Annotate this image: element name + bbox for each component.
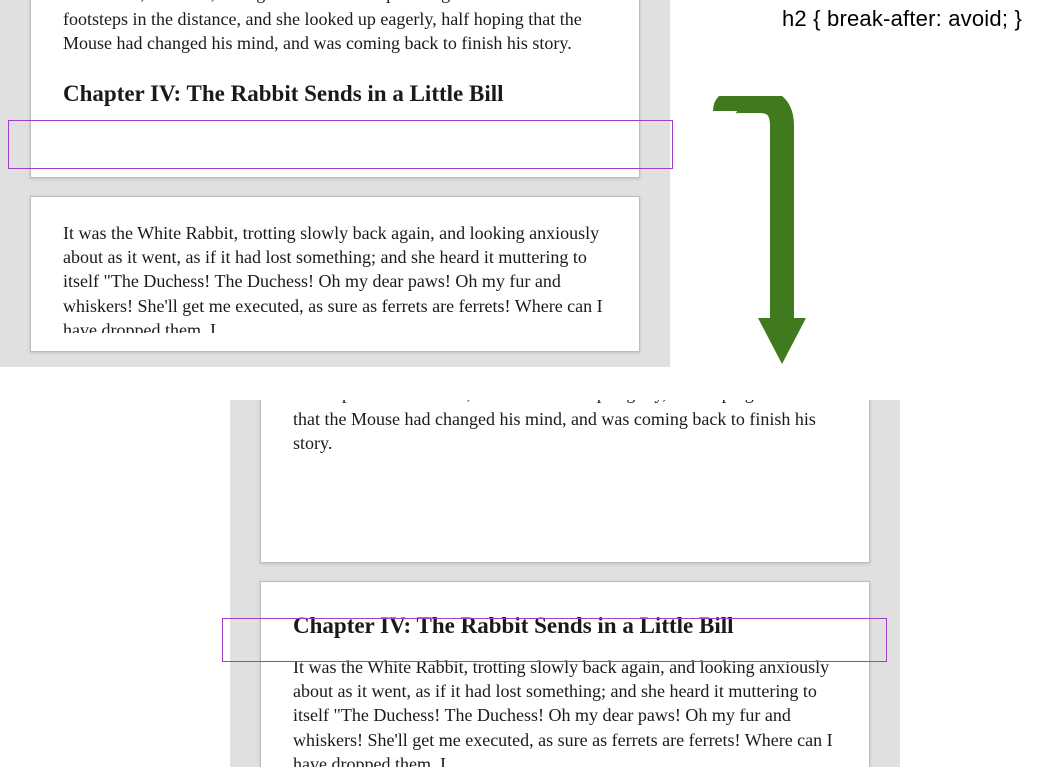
chapter-heading: Chapter IV: The Rabbit Sends in a Little… — [293, 610, 837, 641]
clipped-paragraph: It was the White Rabbit, trotting slowly… — [293, 655, 837, 767]
chapter-heading: Chapter IV: The Rabbit Sends in a Little… — [63, 78, 607, 109]
page-2-after: Chapter IV: The Rabbit Sends in a Little… — [260, 581, 870, 767]
arrow-icon — [710, 96, 810, 376]
clipped-text-top: little while, however, she again heard a… — [63, 0, 607, 5]
intro-paragraph: that the Mouse had changed his mind, and… — [293, 407, 837, 456]
page-viewer-after: footsteps in the distance, and she looke… — [230, 400, 900, 767]
page-viewer-before: little while, however, she again heard a… — [0, 0, 670, 367]
partial-line: footsteps in the distance, and she looke… — [293, 400, 837, 405]
page-2-before: It was the White Rabbit, trotting slowly… — [30, 196, 640, 352]
css-code-label: h2 { break-after: avoid; } — [782, 6, 1022, 32]
partial-line: little while, however, she again heard a… — [63, 0, 607, 5]
page-1-after: footsteps in the distance, and she looke… — [260, 400, 870, 563]
after-example: footsteps in the distance, and she looke… — [230, 400, 900, 767]
blank-space — [293, 466, 837, 544]
rabbit-paragraph: It was the White Rabbit, trotting slowly… — [63, 221, 607, 333]
page-1-before: little while, however, she again heard a… — [30, 0, 640, 178]
clipped-text-top: footsteps in the distance, and she looke… — [293, 400, 837, 405]
intro-paragraph: footsteps in the distance, and she looke… — [63, 7, 607, 56]
clipped-paragraph: It was the White Rabbit, trotting slowly… — [63, 221, 607, 333]
before-example: little while, however, she again heard a… — [0, 0, 670, 367]
rabbit-paragraph: It was the White Rabbit, trotting slowly… — [293, 655, 837, 767]
blank-space — [63, 123, 607, 159]
